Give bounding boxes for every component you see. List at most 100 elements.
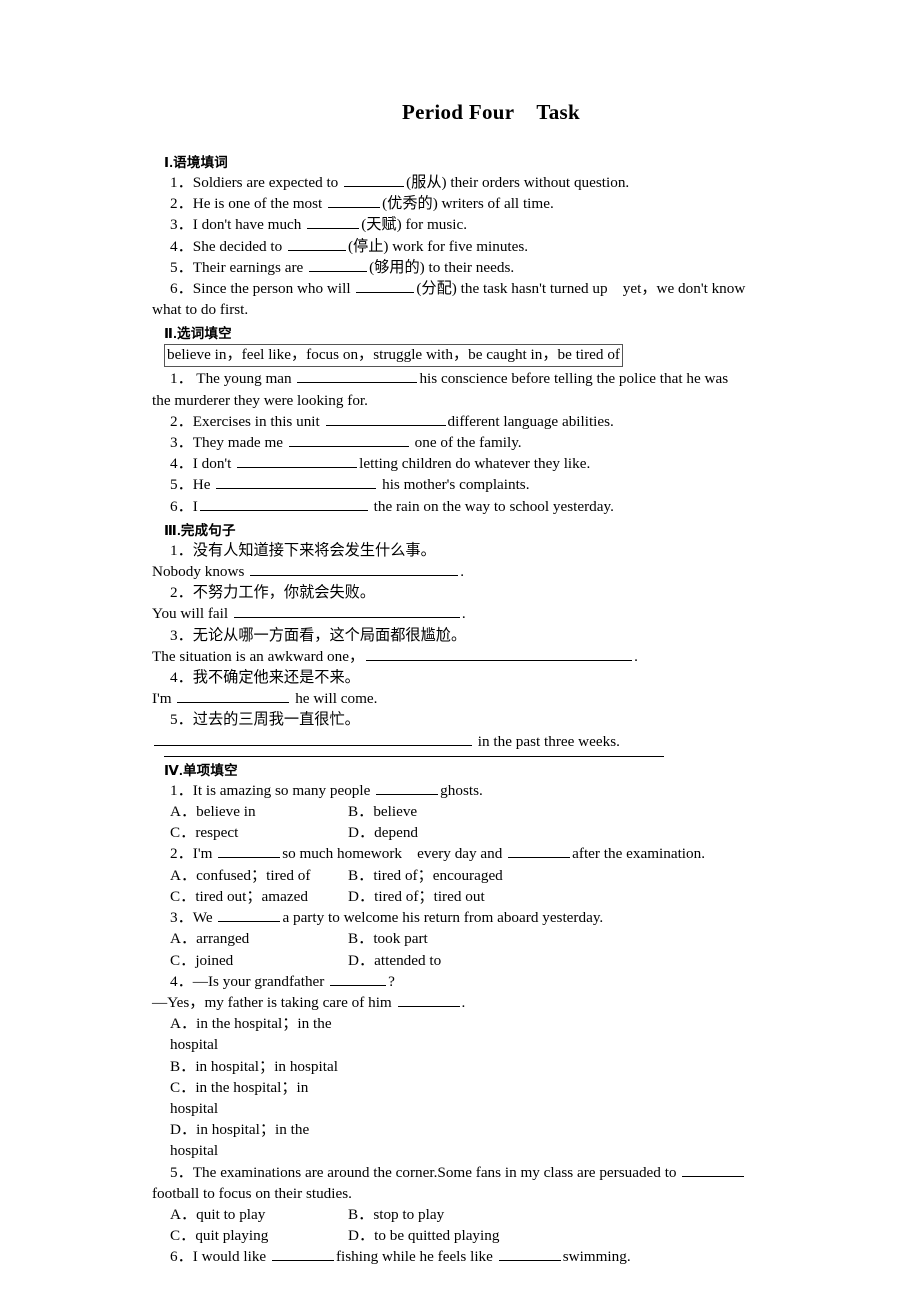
question-continuation: Nobody knows . [152,561,812,582]
question-continuation: You will fail . [152,603,812,624]
choice-option[interactable]: B．stop to play [348,1204,812,1225]
question-text: Their earnings are [192,258,308,276]
choice-option[interactable]: B．in hospital；in hospital [170,1056,348,1077]
choice-option[interactable]: A．confused；tired of [170,865,348,886]
item-number: 5． [170,711,193,729]
question-line: 4．I don't letting children do whatever t… [152,453,812,474]
question-text: his conscience before telling the police… [419,370,729,388]
answer-blank[interactable] [233,603,460,619]
choice-option[interactable]: C．in the hospital；in hospital [170,1077,348,1119]
question-text: he will come. [291,690,378,708]
answer-blank[interactable] [325,411,446,426]
question-text: ? [388,972,395,990]
answer-blank[interactable] [218,843,281,859]
option-row: A．in the hospital；in the hospital [152,1013,812,1055]
choice-option[interactable]: D．depend [348,822,812,843]
question-text: so much homework every day and [282,845,507,863]
question-text: his mother's complaints. [378,476,530,494]
choice-option[interactable]: B．believe [348,801,812,822]
answer-blank[interactable] [508,843,571,859]
answer-blank[interactable] [177,688,290,704]
question-line: 6．I the rain on the way to school yester… [152,496,812,517]
section-heading: Ⅱ.选词填空 [164,326,232,342]
choice-option[interactable]: B．tired of；encouraged [348,865,812,886]
choice-option[interactable]: C．respect [170,822,348,843]
answer-blank[interactable] [154,731,472,746]
answer-blank[interactable] [376,780,439,795]
question-text: ghosts. [440,781,483,799]
answer-blank[interactable] [216,474,377,490]
answer-blank[interactable] [366,646,633,661]
question-text: I would like [192,1248,270,1266]
question-continuation: football to focus on their studies. [152,1183,812,1204]
question-line: 5．过去的三周我一直很忙。 [152,709,812,730]
choice-option[interactable]: C．quit playing [170,1225,348,1246]
option-row: C．joined D．attended to [152,950,812,971]
item-number: 5． [170,476,193,494]
question-text: The examinations are around the corner.S… [192,1163,681,1181]
answer-blank[interactable] [356,278,415,294]
answer-blank[interactable] [344,172,405,187]
question-line: 4．我不确定他来还是不来。 [152,667,812,688]
answer-blank[interactable] [297,368,418,384]
answer-blank[interactable] [309,257,368,272]
item-number: 1． [170,541,193,559]
option-row: A．quit to play B．stop to play [152,1204,812,1225]
answer-blank[interactable] [271,1246,334,1262]
answer-blank[interactable] [199,496,368,511]
item-number: 2． [170,195,193,213]
question-text: (分配) the task hasn't turned up yet，we do… [416,280,746,298]
choice-option[interactable]: C．tired out；amazed [170,886,348,907]
choice-option[interactable]: D．in hospital；in the hospital [170,1119,348,1161]
choice-option[interactable]: A．quit to play [170,1204,348,1225]
page-title-sub: Task [536,100,580,124]
option-row: D．in hospital；in the hospital [152,1119,812,1161]
question-line: 5．He his mother's complaints. [152,474,812,495]
question-continuation: in the past three weeks. [152,731,812,752]
answer-blank[interactable] [682,1162,745,1177]
question-text: what to do first. [152,301,249,319]
choice-option[interactable]: A．believe in [170,801,348,822]
item-number: 6． [170,280,193,298]
item-number: 3． [170,216,193,234]
choice-option[interactable]: A．in the hospital；in the hospital [170,1013,348,1055]
answer-blank[interactable] [397,992,460,1007]
question-continuation: —Yes，my father is taking care of him . [152,992,812,1013]
choice-option[interactable]: D．to be quitted playing [348,1225,812,1246]
choice-option[interactable]: D．attended to [348,950,812,971]
question-text: . [460,563,464,581]
question-line: 3．They made me one of the family. [152,432,812,453]
answer-blank[interactable] [328,193,381,209]
question-line: 6．I would like fishing while he feels li… [152,1246,812,1267]
item-number: 2． [170,845,193,863]
question-text: . [461,993,466,1011]
question-continuation: what to do first. [152,299,812,320]
item-number: 1． [170,370,193,388]
question-line: 6．Since the person who will (分配) the tas… [152,278,812,299]
answer-blank[interactable] [307,214,360,230]
page-title-main: Period Four [401,100,515,124]
answer-blank[interactable] [218,907,281,923]
choice-option[interactable]: C．joined [170,950,348,971]
answer-blank[interactable] [288,432,409,448]
choice-option[interactable]: A．arranged [170,928,348,949]
answer-blank[interactable] [288,236,346,251]
answer-blank[interactable] [250,561,459,577]
question-line: 4．—Is your grandfather ? [152,971,812,992]
question-text: (天赋) for music. [361,216,468,234]
answer-blank[interactable] [330,971,387,986]
item-number: 6． [170,1248,193,1266]
question-text: in the past three weeks. [474,732,620,750]
answer-blank[interactable] [237,453,358,469]
sections-container: Ⅰ.语境填词 1．Soldiers are expected to (服从) th… [152,151,812,1268]
answer-blank[interactable] [498,1246,561,1262]
item-number: 4． [170,972,193,990]
question-text: football to focus on their studies. [152,1184,352,1202]
option-row: B．in hospital；in hospital [152,1056,812,1077]
question-text: one of the family. [410,434,522,452]
question-text: The situation is an awkward one， [152,647,365,665]
choice-option[interactable]: D．tired of；tired out [348,886,812,907]
choice-option[interactable]: B．took part [348,928,812,949]
question-line: 2．I'm so much homework every day and aft… [152,843,812,864]
question-text: (服从) their orders without question. [406,174,630,191]
